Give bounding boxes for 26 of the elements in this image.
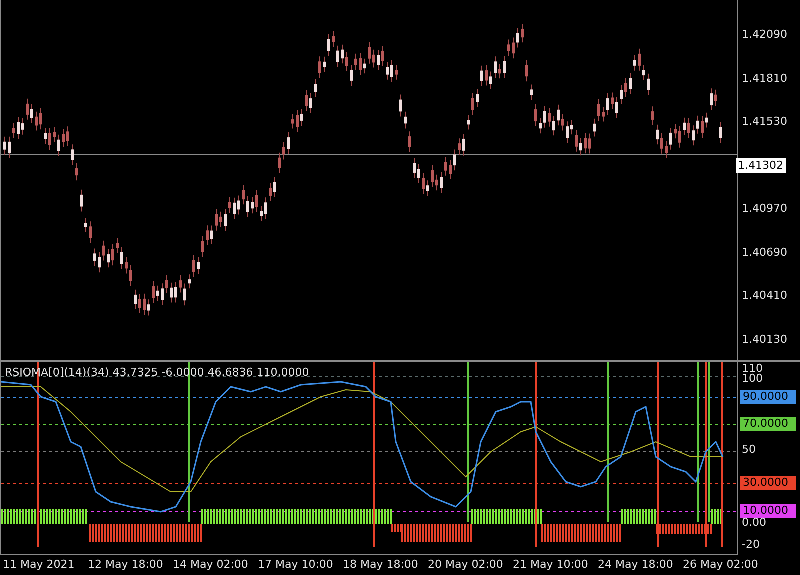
time-axis-label: 21 May 10:00 — [512, 556, 590, 573]
price-axis-label: 1.40970 — [741, 201, 788, 216]
price-axis-label: 1.40130 — [741, 332, 788, 347]
time-axis-label: 26 May 02:00 — [682, 556, 760, 573]
time-axis-label: 14 May 02:00 — [172, 556, 250, 573]
level-label: 10.0000 — [740, 504, 796, 518]
price-axis-label: 1.40690 — [741, 244, 788, 260]
current-price-label: 1.41302 — [736, 158, 786, 173]
time-axis-label: 17 May 10:00 — [257, 556, 334, 573]
level-label: 70.0000 — [740, 417, 796, 431]
price-axis-label: 1.41810 — [741, 70, 788, 86]
time-axis-label: 12 May 18:00 — [87, 556, 164, 573]
indicator-axis-label: 100 — [742, 374, 763, 384]
price-axis-label: 1.42090 — [741, 27, 788, 42]
time-axis-label: 11 May 2021 — [2, 556, 76, 573]
time-axis-label: 18 May 18:00 — [342, 556, 420, 573]
indicator-axis-label: 50 — [742, 445, 756, 455]
indicator-axis-label: -20 — [742, 540, 760, 550]
time-axis-label: 24 May 18:00 — [597, 556, 674, 573]
price-axis-label: 1.40410 — [741, 288, 788, 304]
time-axis-label: 20 May 02:00 — [427, 556, 504, 573]
level-label: 30.0000 — [740, 476, 796, 490]
price-axis-label: 1.41530 — [741, 114, 788, 130]
indicator-axis-label: 110 — [742, 364, 763, 374]
indicator-axis-label: 0.00 — [742, 518, 766, 528]
level-label: 90.0000 — [740, 390, 796, 404]
